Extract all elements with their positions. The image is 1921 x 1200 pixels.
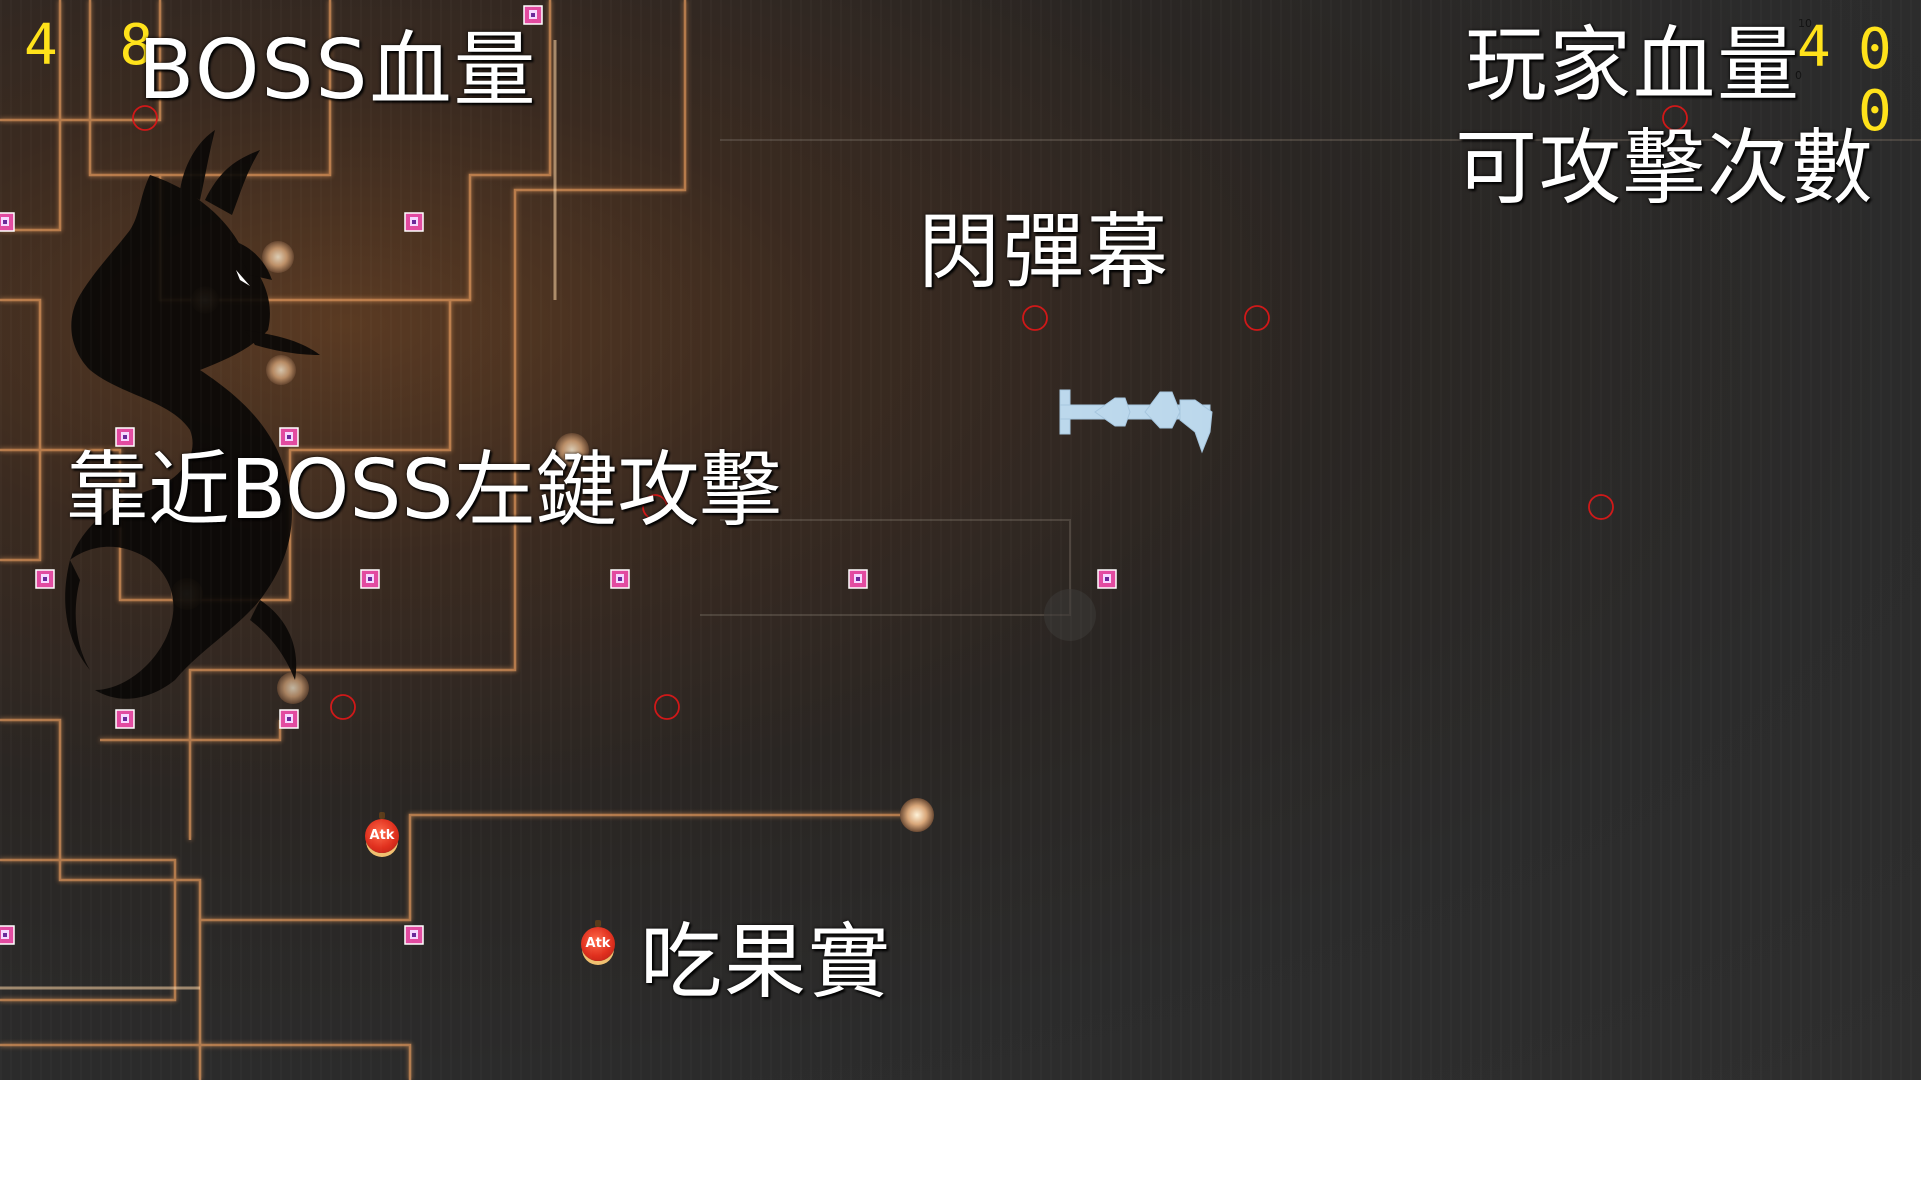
small-mark-top: 10 xyxy=(1798,17,1812,30)
atk-fruit-icon[interactable]: Atk xyxy=(581,920,615,961)
attack-count-label: 可攻擊次數 xyxy=(1455,121,1876,216)
game-canvas[interactable]: Atk Atk 4 8 BOSS血量 玩家血量 4 0 0 10 0 可攻擊次數… xyxy=(0,0,1921,1080)
player-hp-label: 玩家血量 xyxy=(1465,18,1802,113)
dodge-hint: 閃彈幕 xyxy=(918,205,1171,300)
attack-hint: 靠近BOSS左鍵攻擊 xyxy=(66,443,782,538)
boss-hp-label: BOSS血量 xyxy=(138,23,538,118)
atk-fruit-label: Atk xyxy=(369,828,395,843)
atk-fruit-label: Atk xyxy=(585,936,611,951)
atk-fruit-icon[interactable]: Atk xyxy=(365,812,399,853)
small-mark-bottom: 0 xyxy=(1795,69,1802,82)
attack-count-value-top: 0 xyxy=(1858,17,1892,82)
eat-fruit-hint: 吃果實 xyxy=(640,915,893,1010)
